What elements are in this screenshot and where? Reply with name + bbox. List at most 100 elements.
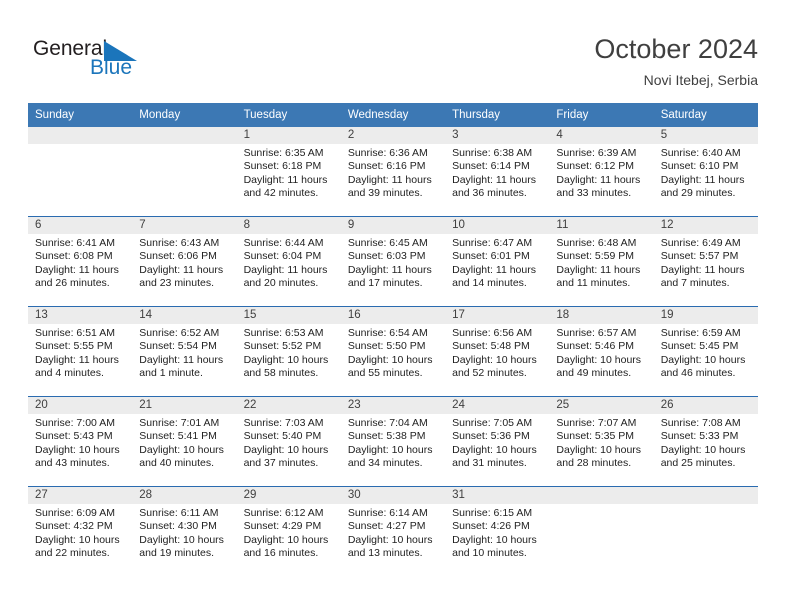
daylight-duration-line2: and 46 minutes.	[660, 367, 736, 380]
sunset-time: Sunset: 5:54 PM	[139, 340, 217, 353]
day-cell-inner: 5 Sunrise: 6:40 AM Sunset: 6:10 PM Daylight…	[653, 127, 758, 216]
day-cell-inner	[653, 487, 758, 576]
daylight-duration-line2: and 23 minutes.	[139, 277, 214, 290]
daylight-duration-line2: and 4 minutes.	[35, 367, 104, 380]
calendar-header-row: Sunday Monday Tuesday Wednesday Thursday…	[28, 103, 758, 127]
generalblue-logo[interactable]: General Blue	[33, 38, 223, 88]
daylight-duration-line2: and 58 minutes.	[243, 367, 319, 380]
day-number: 3	[445, 127, 550, 144]
daylight-duration-line2: and 55 minutes.	[347, 367, 423, 380]
sunset-time: Sunset: 5:36 PM	[452, 430, 530, 443]
calendar-day-cell[interactable]: 12 Sunrise: 6:49 AM Sunset: 5:57 PM Dayligh…	[653, 216, 758, 307]
daylight-duration-line1: Daylight: 11 hours	[139, 353, 224, 366]
day-cell-inner: 18 Sunrise: 6:57 AM Sunset: 5:46 PM Dayligh…	[549, 307, 654, 396]
day-details	[654, 504, 758, 507]
weekday-header-monday: Monday	[132, 103, 237, 127]
day-details: Sunrise: 6:53 AM Sunset: 5:52 PM Daylight:…	[237, 324, 341, 381]
calendar-day-cell[interactable]: 2 Sunrise: 6:36 AM Sunset: 6:16 PM Daylight…	[340, 127, 446, 217]
weekday-header-wednesday: Wednesday	[340, 103, 446, 127]
daylight-duration-line1: Daylight: 11 hours	[35, 263, 119, 276]
calendar-day-cell[interactable]: 4 Sunrise: 6:39 AM Sunset: 6:12 PM Daylight…	[549, 127, 654, 217]
calendar-week-row: 6 Sunrise: 6:41 AM Sunset: 6:08 PM Daylight…	[28, 216, 758, 307]
calendar-day-cell[interactable]: 31 Sunrise: 6:15 AM Sunset: 4:26 PM Dayligh…	[445, 486, 550, 576]
day-number: 18	[549, 307, 654, 324]
day-number: 15	[236, 307, 341, 324]
calendar-day-cell[interactable]: 6 Sunrise: 6:41 AM Sunset: 6:08 PM Daylight…	[28, 216, 133, 307]
calendar-day-cell[interactable]: 5 Sunrise: 6:40 AM Sunset: 6:10 PM Daylight…	[653, 127, 758, 217]
day-cell-inner: 2 Sunrise: 6:36 AM Sunset: 6:16 PM Daylight…	[340, 127, 446, 216]
daylight-duration-line2: and 19 minutes.	[139, 547, 214, 560]
calendar-day-cell[interactable]: 13 Sunrise: 6:51 AM Sunset: 5:55 PM Dayligh…	[28, 306, 133, 397]
calendar-day-cell[interactable]: 14 Sunrise: 6:52 AM Sunset: 5:54 PM Dayligh…	[132, 306, 237, 397]
calendar-day-cell[interactable]: 15 Sunrise: 6:53 AM Sunset: 5:52 PM Dayligh…	[236, 306, 341, 397]
day-number: 14	[132, 307, 237, 324]
calendar-day-cell[interactable]: 23 Sunrise: 7:04 AM Sunset: 5:38 PM Dayligh…	[340, 396, 446, 487]
calendar-day-cell[interactable]: 19 Sunrise: 6:59 AM Sunset: 5:45 PM Dayligh…	[653, 306, 758, 397]
day-number: 2	[340, 127, 446, 144]
daylight-duration-line2: and 49 minutes.	[556, 367, 632, 380]
day-cell-inner	[132, 127, 237, 216]
day-cell-inner: 28 Sunrise: 6:11 AM Sunset: 4:30 PM Dayligh…	[132, 487, 237, 576]
sunrise-time: Sunrise: 6:11 AM	[139, 507, 219, 519]
sunrise-time: Sunrise: 6:44 AM	[243, 237, 324, 249]
daylight-duration-line1: Daylight: 10 hours	[347, 443, 433, 456]
weekday-header-saturday: Saturday	[653, 103, 758, 127]
weekday-header-friday: Friday	[549, 103, 654, 127]
calendar-day-cell[interactable]: 27 Sunrise: 6:09 AM Sunset: 4:32 PM Dayligh…	[28, 486, 133, 576]
day-cell-inner: 15 Sunrise: 6:53 AM Sunset: 5:52 PM Dayligh…	[236, 307, 341, 396]
sunset-time: Sunset: 5:50 PM	[347, 340, 426, 353]
calendar-day-cell[interactable]: 22 Sunrise: 7:03 AM Sunset: 5:40 PM Dayligh…	[236, 396, 341, 487]
calendar-day-cell[interactable]: 17 Sunrise: 6:56 AM Sunset: 5:48 PM Dayligh…	[445, 306, 550, 397]
daylight-duration-line2: and 10 minutes.	[452, 547, 527, 560]
calendar-day-cell[interactable]: 29 Sunrise: 6:12 AM Sunset: 4:29 PM Dayligh…	[236, 486, 341, 576]
sunset-time: Sunset: 6:16 PM	[347, 160, 426, 173]
day-details: Sunrise: 7:04 AM Sunset: 5:38 PM Daylight:…	[341, 414, 445, 471]
daylight-duration-line2: and 52 minutes.	[452, 367, 527, 380]
calendar-day-cell[interactable]: 18 Sunrise: 6:57 AM Sunset: 5:46 PM Dayligh…	[549, 306, 654, 397]
daylight-duration-line1: Daylight: 10 hours	[243, 353, 329, 366]
calendar-day-cell[interactable]: 11 Sunrise: 6:48 AM Sunset: 5:59 PM Dayligh…	[549, 216, 654, 307]
day-number: 28	[132, 487, 237, 504]
sunset-time: Sunset: 5:38 PM	[347, 430, 426, 443]
calendar-day-cell[interactable]: 1 Sunrise: 6:35 AM Sunset: 6:18 PM Daylight…	[236, 127, 341, 217]
calendar-empty-cell	[549, 486, 654, 576]
sunrise-time: Sunrise: 6:40 AM	[660, 147, 741, 159]
day-cell-inner: 12 Sunrise: 6:49 AM Sunset: 5:57 PM Dayligh…	[653, 217, 758, 306]
calendar-day-cell[interactable]: 20 Sunrise: 7:00 AM Sunset: 5:43 PM Dayligh…	[28, 396, 133, 487]
calendar-day-cell[interactable]: 25 Sunrise: 7:07 AM Sunset: 5:35 PM Dayligh…	[549, 396, 654, 487]
daylight-duration-line2: and 34 minutes.	[347, 457, 423, 470]
day-cell-inner: 11 Sunrise: 6:48 AM Sunset: 5:59 PM Dayligh…	[549, 217, 654, 306]
calendar-day-cell[interactable]: 30 Sunrise: 6:14 AM Sunset: 4:27 PM Dayligh…	[340, 486, 446, 576]
daylight-duration-line2: and 17 minutes.	[347, 277, 423, 290]
sunset-time: Sunset: 4:30 PM	[139, 520, 217, 533]
sunset-time: Sunset: 5:41 PM	[139, 430, 217, 443]
day-cell-inner: 4 Sunrise: 6:39 AM Sunset: 6:12 PM Daylight…	[549, 127, 654, 216]
sunset-time: Sunset: 5:57 PM	[660, 250, 739, 263]
calendar-day-cell[interactable]: 10 Sunrise: 6:47 AM Sunset: 6:01 PM Dayligh…	[445, 216, 550, 307]
day-details: Sunrise: 7:01 AM Sunset: 5:41 PM Daylight:…	[132, 414, 236, 471]
calendar-day-cell[interactable]: 3 Sunrise: 6:38 AM Sunset: 6:14 PM Daylight…	[445, 127, 550, 217]
calendar-day-cell[interactable]: 28 Sunrise: 6:11 AM Sunset: 4:30 PM Dayligh…	[132, 486, 237, 576]
sunrise-time: Sunrise: 6:57 AM	[556, 327, 637, 339]
calendar-day-cell[interactable]: 7 Sunrise: 6:43 AM Sunset: 6:06 PM Daylight…	[132, 216, 237, 307]
calendar-week-row: 20 Sunrise: 7:00 AM Sunset: 5:43 PM Dayligh…	[28, 396, 758, 487]
calendar-day-cell[interactable]: 21 Sunrise: 7:01 AM Sunset: 5:41 PM Dayligh…	[132, 396, 237, 487]
calendar-day-cell[interactable]: 9 Sunrise: 6:45 AM Sunset: 6:03 PM Daylight…	[340, 216, 446, 307]
day-details: Sunrise: 6:51 AM Sunset: 5:55 PM Daylight:…	[28, 324, 132, 381]
day-details: Sunrise: 6:45 AM Sunset: 6:03 PM Daylight:…	[341, 234, 445, 291]
calendar-day-cell[interactable]: 24 Sunrise: 7:05 AM Sunset: 5:36 PM Dayligh…	[445, 396, 550, 487]
sunrise-time: Sunrise: 6:43 AM	[139, 237, 220, 249]
sunrise-time: Sunrise: 6:15 AM	[452, 507, 533, 519]
daylight-duration-line1: Daylight: 10 hours	[452, 353, 537, 366]
sunset-time: Sunset: 4:32 PM	[35, 520, 113, 533]
sunset-time: Sunset: 6:01 PM	[452, 250, 530, 263]
sunset-time: Sunset: 5:45 PM	[660, 340, 739, 353]
calendar-day-cell[interactable]: 8 Sunrise: 6:44 AM Sunset: 6:04 PM Daylight…	[236, 216, 341, 307]
day-cell-inner: 1 Sunrise: 6:35 AM Sunset: 6:18 PM Daylight…	[236, 127, 341, 216]
calendar-day-cell[interactable]: 16 Sunrise: 6:54 AM Sunset: 5:50 PM Dayligh…	[340, 306, 446, 397]
day-details: Sunrise: 6:41 AM Sunset: 6:08 PM Daylight:…	[28, 234, 132, 291]
calendar-day-cell[interactable]: 26 Sunrise: 7:08 AM Sunset: 5:33 PM Dayligh…	[653, 396, 758, 487]
sunrise-time: Sunrise: 6:54 AM	[347, 327, 428, 339]
day-number: 10	[445, 217, 550, 234]
sunrise-time: Sunrise: 6:47 AM	[452, 237, 533, 249]
